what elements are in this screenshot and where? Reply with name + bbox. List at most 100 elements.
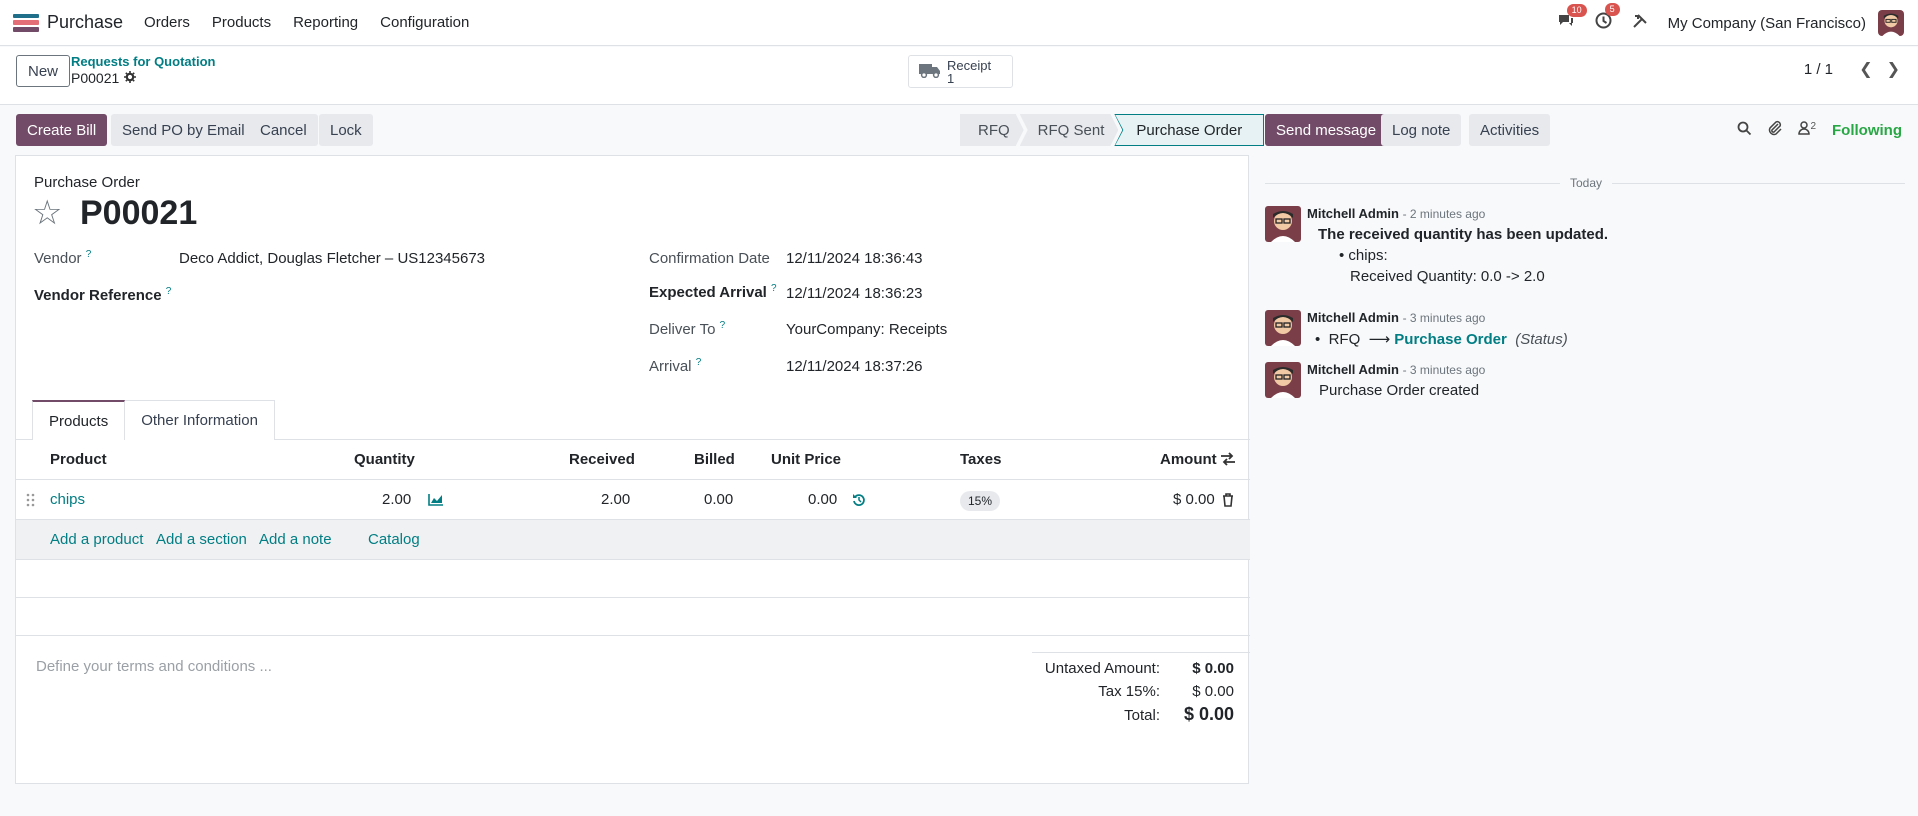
forecast-chart-icon[interactable] [428,493,444,509]
menu-reporting[interactable]: Reporting [282,14,369,31]
vendor-reference-field[interactable] [179,284,609,308]
expected-arrival-field[interactable]: 12/11/2024 18:36:23 [786,285,923,302]
avatar[interactable] [1265,310,1301,346]
arrival-help-mark: ? [695,357,702,368]
table-row[interactable]: chips 2.00 2.00 0.00 0.00 15% $ 0.00 [16,480,1250,520]
col-unit-price[interactable]: Unit Price [771,440,841,480]
line-quantity[interactable]: 2.00 [382,480,411,520]
app-name[interactable]: Purchase [47,12,123,33]
gear-icon[interactable] [124,70,137,86]
message-item-text: chips: [1348,247,1388,264]
send-message-button[interactable]: Send message [1265,114,1388,146]
stage-rfq-label: RFQ [978,121,1010,139]
reset-price-icon[interactable] [852,493,866,510]
col-received[interactable]: Received [569,440,635,480]
menu-products[interactable]: Products [201,14,282,31]
new-button[interactable]: New [16,55,71,87]
arrival-field[interactable]: 12/11/2024 18:37:26 [786,358,923,375]
pager-nav: ❮ ❯ [1859,59,1900,79]
add-product-link[interactable]: Add a product [50,520,143,560]
col-billed[interactable]: Billed [694,440,735,480]
trash-icon[interactable] [1222,493,1234,510]
messages-icon[interactable]: 10 [1557,3,1587,34]
stage-rfq[interactable]: RFQ [960,114,1024,146]
col-amount[interactable]: Amount [1160,440,1217,480]
message-time: - 3 minutes ago [1402,363,1486,377]
chatter-message: Mitchell Admin - 2 minutes ago The recei… [1265,206,1865,286]
user-avatar[interactable] [1878,10,1904,36]
followers-button[interactable]: 2 [1798,121,1816,139]
expected-arrival-text: Expected Arrival [649,284,767,301]
paperclip-icon[interactable] [1768,120,1782,140]
pager-value[interactable]: 1 / 1 [1804,61,1833,78]
total-label: Total: [1124,707,1160,724]
author-name[interactable]: Mitchell Admin [1307,206,1399,221]
stage-purchase-order[interactable]: Purchase Order [1114,114,1265,146]
tracking-old-value: RFQ [1328,331,1361,348]
page-title: P00021 [80,194,198,232]
menu-orders[interactable]: Orders [133,14,201,31]
apps-menu-icon[interactable] [13,13,39,32]
message-item: • chips: [1339,247,1388,264]
avatar[interactable] [1265,206,1301,242]
line-received[interactable]: 2.00 [601,480,630,520]
message-title: The received quantity has been updated. [1318,226,1609,243]
truck-icon [919,62,941,82]
col-product[interactable]: Product [50,440,107,480]
optional-columns-toggle-icon[interactable] [1220,452,1236,469]
line-billed: 0.00 [704,491,734,508]
line-product[interactable]: chips [50,480,85,520]
stage-rfq-sent[interactable]: RFQ Sent [1020,114,1119,146]
untaxed-row: Untaxed Amount: $ 0.00 [1032,656,1250,679]
chevron-right-icon[interactable]: ❯ [1887,59,1900,79]
line-unit-price[interactable]: 0.00 [808,480,837,520]
line-tax-badge[interactable]: 15% [960,491,1001,511]
lock-button[interactable]: Lock [319,114,373,146]
vendor-label: Vendor ? [34,249,91,267]
terms-conditions-field[interactable]: Define your terms and conditions ... [36,658,272,675]
breadcrumb-current: P00021 [71,70,215,86]
vendor-label-text: Vendor [34,250,82,267]
col-taxes[interactable]: Taxes [960,440,1001,480]
cancel-button[interactable]: Cancel [249,114,318,146]
following-button[interactable]: Following [1832,122,1902,139]
add-note-link[interactable]: Add a note [259,520,332,560]
star-icon[interactable]: ☆ [32,196,62,230]
menu-configuration[interactable]: Configuration [369,14,480,31]
receipt-smart-button[interactable]: Receipt 1 [908,55,1013,88]
expected-arrival-label: Expected Arrival ? [649,283,777,301]
author-name[interactable]: Mitchell Admin [1307,362,1399,377]
tab-products[interactable]: Products [32,400,126,440]
user-icon [1798,121,1811,135]
company-switcher[interactable]: My Company (San Francisco) [1668,15,1866,32]
vendor-field[interactable]: Deco Addict, Douglas Fletcher – US123456… [179,250,485,267]
control-panel: New Requests for Quotation P00021 Receip… [0,47,1918,105]
confirmation-date-field[interactable]: 12/11/2024 18:36:43 [786,250,923,267]
stage-rfq-sent-label: RFQ Sent [1037,121,1105,139]
deliver-to-field[interactable]: YourCompany: Receipts [786,321,947,338]
activities-clock-icon[interactable]: 5 [1595,3,1620,34]
stage-purchase-order-label: Purchase Order [1136,121,1243,139]
activities-button[interactable]: Activities [1469,114,1551,146]
message-detail: Received Quantity: 0.0 -> 2.0 [1350,268,1545,285]
send-po-email-button[interactable]: Send PO by Email [111,114,256,146]
breadcrumb-parent[interactable]: Requests for Quotation [71,54,215,70]
arrival-text: Arrival [649,358,692,375]
tab-other-information[interactable]: Other Information [125,400,275,440]
create-bill-button[interactable]: Create Bill [16,114,108,146]
debug-tools-icon[interactable] [1632,13,1648,34]
totals-summary: Untaxed Amount: $ 0.00 Tax 15%: $ 0.00 T… [1032,652,1250,730]
avatar[interactable] [1265,362,1301,398]
col-quantity[interactable]: Quantity [354,440,415,480]
add-section-link[interactable]: Add a section [156,520,247,560]
catalog-link[interactable]: Catalog [368,520,420,560]
vendor-help-mark: ? [85,249,92,260]
log-note-button[interactable]: Log note [1381,114,1462,146]
author-name[interactable]: Mitchell Admin [1307,310,1399,325]
message-time: - 3 minutes ago [1402,311,1486,325]
drag-handle-icon[interactable] [26,493,36,510]
chevron-left-icon[interactable]: ❮ [1859,59,1872,79]
message-time: - 2 minutes ago [1402,207,1486,221]
search-icon[interactable] [1737,121,1752,140]
deliver-to-text: Deliver To [649,321,716,338]
